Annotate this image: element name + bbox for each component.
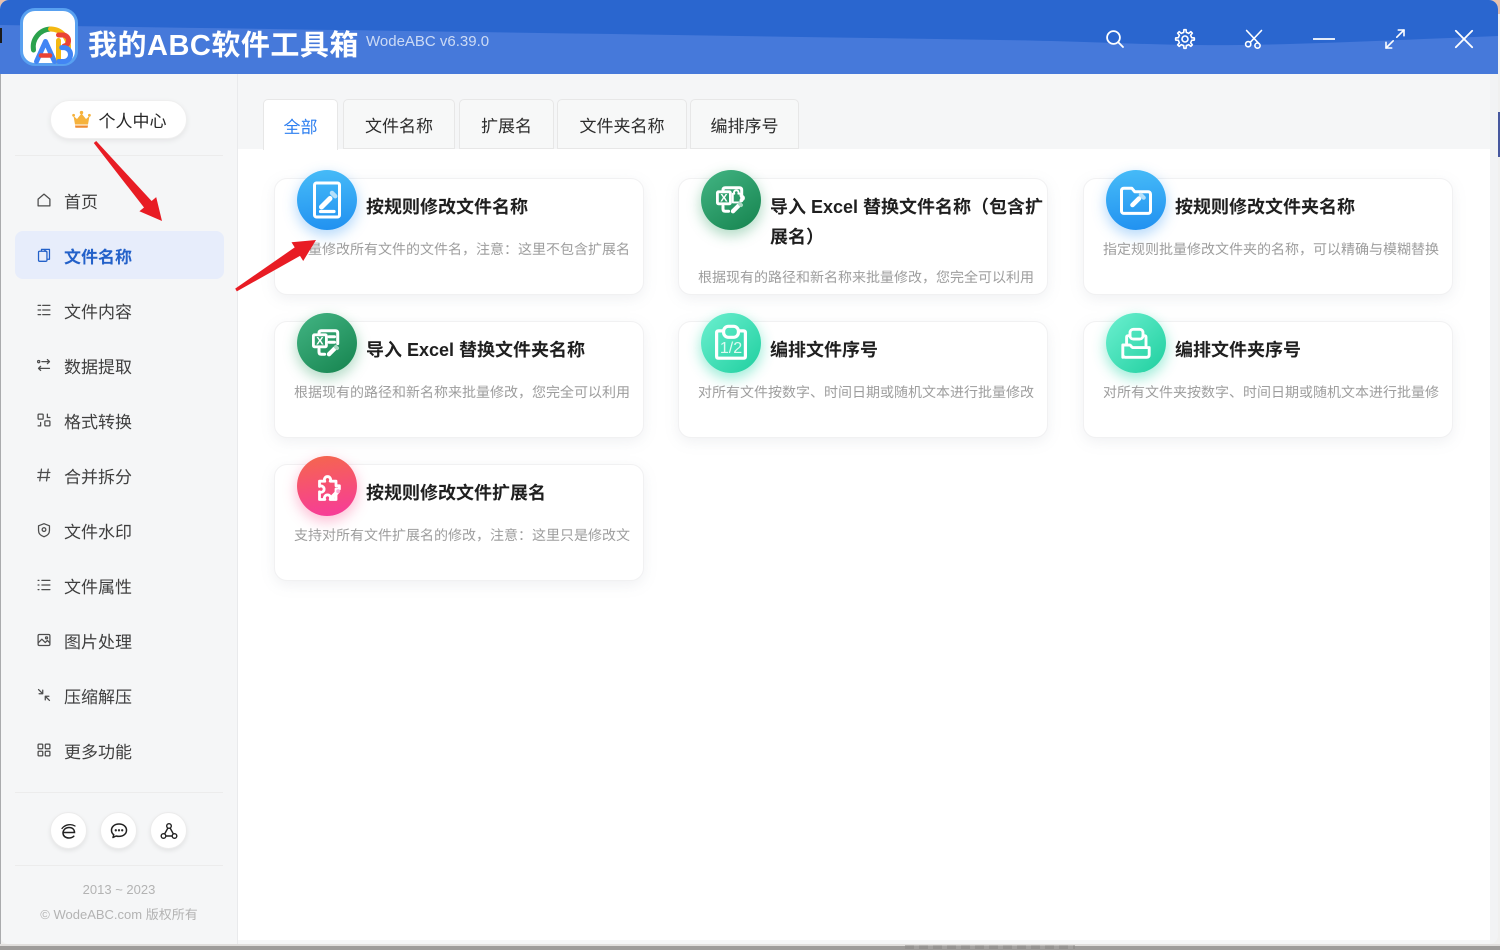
- svg-text:1/2: 1/2: [720, 340, 742, 357]
- svg-text:X: X: [316, 336, 324, 348]
- svg-text:X: X: [720, 193, 728, 205]
